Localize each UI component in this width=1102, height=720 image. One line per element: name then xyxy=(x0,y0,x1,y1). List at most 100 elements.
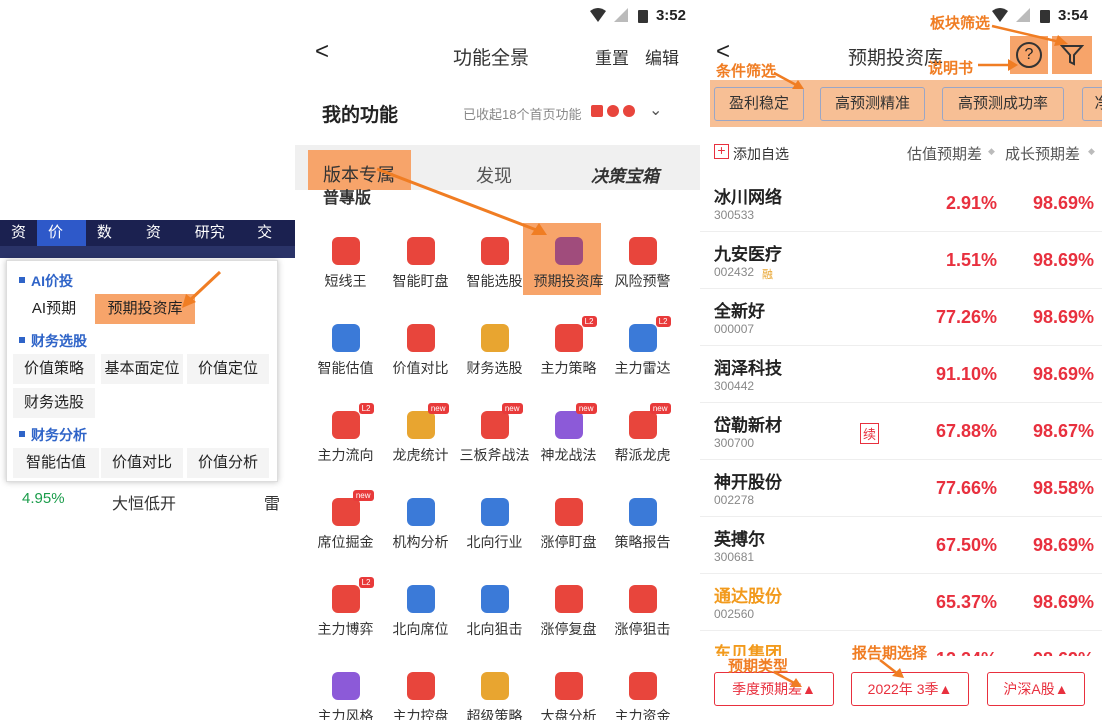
menu-item-fundamental-position[interactable]: 基本面定位 xyxy=(101,354,183,384)
function-cell[interactable]: new 神龙战法 xyxy=(531,401,606,481)
function-cell[interactable]: 涨停复盘 xyxy=(531,575,606,655)
function-icon: new xyxy=(406,403,449,439)
menu-item-value-compare[interactable]: 价值对比 xyxy=(101,448,183,478)
stock-row[interactable]: 通达股份 002560 65.37% 98.69% xyxy=(700,574,1102,631)
column-header-growth-gap[interactable]: 成长预期差 xyxy=(1005,143,1080,164)
condition-more[interactable]: 净 xyxy=(1082,87,1102,121)
function-cell[interactable]: 风险预警 xyxy=(605,227,680,307)
function-badge: new xyxy=(427,403,449,414)
function-icon xyxy=(331,324,360,352)
menu-item-financial-select[interactable]: 财务选股 xyxy=(13,388,95,418)
annotation-arrow-period xyxy=(879,659,904,678)
filter-icon[interactable] xyxy=(1059,44,1085,71)
back-icon[interactable]: < xyxy=(315,38,329,66)
nav-sub-strip xyxy=(0,246,295,258)
nav-item-research[interactable]: 研究院 xyxy=(184,220,246,267)
function-cell[interactable]: new 龙虎统计 xyxy=(383,401,458,481)
function-cell[interactable]: L2 主力雷达 xyxy=(605,314,680,394)
function-label: 龙虎统计 xyxy=(392,447,449,463)
function-label: 机构分析 xyxy=(392,534,449,550)
function-cell[interactable]: 财务选股 xyxy=(457,314,532,394)
function-label: 主力策略 xyxy=(540,360,597,376)
sort-icon[interactable]: ◆ xyxy=(988,146,995,157)
column-header-value-gap[interactable]: 估值预期差 xyxy=(907,143,982,164)
section-title-ai: AI价投 xyxy=(19,271,73,291)
edit-button[interactable]: 编辑 xyxy=(645,44,679,69)
stock-row[interactable]: 冰川网络 300533 2.91% 98.69% xyxy=(700,175,1102,232)
stock-row[interactable]: 九安医疗 002432 融 1.51% 98.69% xyxy=(700,232,1102,289)
function-badge: L2 xyxy=(581,316,597,327)
stock-row[interactable]: 岱勒新材 300700 续 67.88% 98.67% xyxy=(700,403,1102,460)
function-badge: L2 xyxy=(358,577,374,588)
function-cell[interactable]: L2 主力流向 xyxy=(308,401,383,481)
function-cell[interactable]: 主力控盘 xyxy=(383,662,458,720)
function-icon xyxy=(406,672,435,700)
function-label: 主力流向 xyxy=(317,447,374,463)
condition-stable-profit[interactable]: 盈利稳定 xyxy=(714,87,804,121)
function-cell[interactable]: 策略报告 xyxy=(605,488,680,568)
add-icon[interactable]: + xyxy=(714,143,729,159)
stock-row[interactable]: 英搏尔 300681 67.50% 98.69% xyxy=(700,517,1102,574)
growth-gap: 98.58% xyxy=(1032,478,1094,498)
chevron-down-icon[interactable]: ⌄ xyxy=(649,100,662,120)
function-icon: L2 xyxy=(554,316,597,352)
function-cell[interactable]: 超级策略 xyxy=(457,662,532,720)
function-icon xyxy=(628,498,657,526)
condition-high-accuracy[interactable]: 高预测精准 xyxy=(820,87,925,121)
condition-filter-bar: 盈利稳定 高预测精准 高预测成功率 净 xyxy=(710,80,1102,127)
function-cell[interactable]: 价值对比 xyxy=(383,314,458,394)
menu-item-ai-expect[interactable]: AI预期 xyxy=(17,294,91,324)
nav-item-value-invest[interactable]: 价投 xyxy=(37,220,86,267)
stock-name: 九安医疗 xyxy=(714,245,782,264)
function-cell[interactable]: 北向席位 xyxy=(383,575,458,655)
bg-percent: 4.95% xyxy=(22,490,65,507)
stock-row[interactable]: 润泽科技 300442 91.10% 98.69% xyxy=(700,346,1102,403)
market-select-button[interactable]: 沪深A股▲ xyxy=(987,672,1085,706)
my-functions-bar: 我的功能 已收起18个首页功能 ⌄ xyxy=(295,80,700,145)
stock-code: 300681 xyxy=(714,550,755,564)
stock-name: 润泽科技 xyxy=(714,359,782,378)
nav-item-trade[interactable]: 交易 xyxy=(246,220,295,267)
growth-gap: 98.69% xyxy=(1032,307,1094,327)
reset-button[interactable]: 重置 xyxy=(595,44,629,69)
add-watchlist-link[interactable]: 添加自选 xyxy=(733,144,789,164)
sort-icon[interactable]: ◆ xyxy=(1088,146,1095,157)
function-cell[interactable]: 北向行业 xyxy=(457,488,532,568)
function-cell[interactable]: 主力风格 xyxy=(308,662,383,720)
menu-item-smart-valuation[interactable]: 智能估值 xyxy=(13,448,99,478)
condition-high-success[interactable]: 高预测成功率 xyxy=(942,87,1064,121)
function-cell[interactable]: 机构分析 xyxy=(383,488,458,568)
menu-item-value-position[interactable]: 价值定位 xyxy=(187,354,269,384)
menu-item-value-strategy[interactable]: 价值策略 xyxy=(13,354,95,384)
annotation-arrow-sector xyxy=(991,24,1068,46)
function-cell[interactable]: new 席位掘金 xyxy=(308,488,383,568)
function-badge: L2 xyxy=(358,403,374,414)
function-cell[interactable]: 涨停狙击 xyxy=(605,575,680,655)
function-grid: 普專版 短线王 智能盯盘 智能选股 预期投资库 风险预警 智能估值 价值对比 财务选股 L2 主力… xyxy=(295,190,700,720)
stock-row[interactable]: 神开股份 002278 77.66% 98.58% xyxy=(700,460,1102,517)
function-cell[interactable]: L2 主力策略 xyxy=(531,314,606,394)
nav-item-data[interactable]: 数据 xyxy=(86,220,135,267)
function-cell[interactable]: new 三板斧战法 xyxy=(457,401,532,481)
function-cell[interactable]: new 帮派龙虎 xyxy=(605,401,680,481)
function-cell[interactable]: 智能估值 xyxy=(308,314,383,394)
nav-item-news[interactable]: 资讯 xyxy=(135,220,184,267)
function-cell[interactable]: 主力资金 xyxy=(605,662,680,720)
function-icon xyxy=(406,237,435,265)
bullet-icon xyxy=(19,337,25,344)
function-icon xyxy=(331,237,360,265)
nav-item[interactable]: 资 xyxy=(0,220,37,246)
function-cell[interactable]: 大盘分析 xyxy=(531,662,606,720)
function-cell[interactable]: 涨停盯盘 xyxy=(531,488,606,568)
function-icon xyxy=(480,237,509,265)
function-cell[interactable]: 短线王 xyxy=(308,227,383,307)
tab-decision-box[interactable]: 决策宝箱 xyxy=(591,162,659,187)
menu-item-value-analysis[interactable]: 价值分析 xyxy=(187,448,269,478)
function-cell[interactable]: 北向狙击 xyxy=(457,575,532,655)
value-gap: 2.91% xyxy=(945,193,997,213)
mini-app-icon xyxy=(607,105,619,117)
stock-row[interactable]: 全新好 000007 77.26% 98.69% xyxy=(700,289,1102,346)
function-cell[interactable]: L2 主力博弈 xyxy=(308,575,383,655)
mini-app-icon xyxy=(591,105,603,117)
function-icon xyxy=(554,672,583,700)
